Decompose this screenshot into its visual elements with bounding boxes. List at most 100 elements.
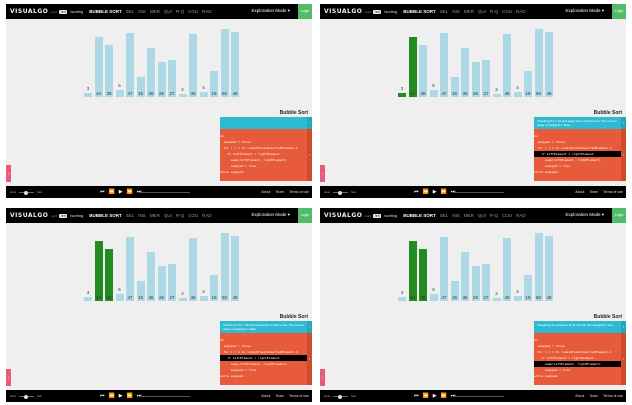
array-bar[interactable]: [503, 34, 511, 97]
brand-logo[interactable]: VISUALGO.net: [10, 8, 57, 15]
login-button[interactable]: Login: [298, 4, 312, 19]
array-bar[interactable]: [94, 37, 103, 97]
tab-rad[interactable]: RAD: [202, 9, 212, 14]
array-bar[interactable]: [461, 48, 469, 97]
mode-dropdown[interactable]: Exploration Mode ▾: [251, 8, 290, 14]
tab-bubble-sort[interactable]: BUBBLE SORT: [89, 9, 122, 14]
tab-cou[interactable]: COU: [502, 9, 512, 14]
array-bar[interactable]: [492, 298, 501, 301]
tab-r-q[interactable]: R-Q: [176, 9, 184, 14]
array-bar[interactable]: [513, 91, 522, 97]
go-to-beginning-icon[interactable]: ⏮: [414, 393, 419, 399]
code-toggle-button[interactable]: ›: [307, 129, 312, 181]
array-bar[interactable]: [231, 31, 239, 97]
array-bar[interactable]: [178, 94, 187, 97]
play-icon[interactable]: ▶: [119, 189, 123, 195]
array-bar[interactable]: [199, 91, 208, 97]
array-bar[interactable]: [408, 241, 417, 301]
mode-dropdown[interactable]: Exploration Mode ▾: [565, 8, 604, 14]
footer-link-about[interactable]: About: [261, 394, 270, 398]
play-icon[interactable]: ▶: [119, 393, 123, 399]
array-bar[interactable]: [115, 90, 124, 97]
brand-logo[interactable]: VISUALGO.net: [324, 212, 371, 219]
array-bar[interactable]: [84, 296, 92, 301]
code-toggle-button[interactable]: ›: [621, 129, 626, 181]
footer-link-terms-of-use[interactable]: Terms of use: [603, 394, 623, 398]
tab-ins[interactable]: INS: [138, 213, 146, 218]
tab-qui[interactable]: QUI: [478, 9, 486, 14]
array-bar[interactable]: [419, 45, 427, 97]
tab-qui[interactable]: QUI: [164, 9, 172, 14]
tab-r-q[interactable]: R-Q: [176, 213, 184, 218]
footer-link-team[interactable]: Team: [275, 394, 284, 398]
array-bar[interactable]: [126, 237, 134, 301]
side-menu-toggle[interactable]: ›: [6, 369, 11, 386]
array-bar[interactable]: [105, 45, 113, 97]
array-bar[interactable]: [534, 29, 543, 97]
array-bar[interactable]: [461, 252, 469, 301]
array-bar[interactable]: [94, 241, 103, 301]
language-selector[interactable]: /en: [373, 213, 382, 218]
brand-logo[interactable]: VISUALGO.net: [324, 8, 371, 15]
array-bar[interactable]: [408, 37, 417, 97]
tab-sel[interactable]: SEL: [440, 9, 449, 14]
tab-cou[interactable]: COU: [188, 9, 198, 14]
footer-link-team[interactable]: Team: [275, 190, 284, 194]
progress-track[interactable]: [454, 192, 504, 193]
status-toggle-button[interactable]: ›: [307, 321, 312, 333]
footer-link-terms-of-use[interactable]: Terms of use: [289, 394, 309, 398]
tab-sel[interactable]: SEL: [126, 213, 135, 218]
tab-bubble-sort[interactable]: BUBBLE SORT: [403, 9, 436, 14]
step-backward-icon[interactable]: ⏪: [109, 393, 115, 399]
step-forward-icon[interactable]: ⏩: [127, 393, 133, 399]
side-menu-toggle[interactable]: ›: [320, 165, 325, 182]
array-bar[interactable]: [189, 34, 197, 97]
footer-link-about[interactable]: About: [261, 190, 270, 194]
step-backward-icon[interactable]: ⏪: [423, 189, 429, 195]
status-toggle-button[interactable]: ›: [307, 117, 312, 129]
speed-slider-handle[interactable]: [24, 394, 28, 399]
array-bar[interactable]: [398, 92, 406, 97]
progress-track[interactable]: [140, 396, 190, 397]
array-bar[interactable]: [199, 295, 208, 301]
step-forward-icon[interactable]: ⏩: [441, 189, 447, 195]
array-bar[interactable]: [440, 33, 448, 97]
step-forward-icon[interactable]: ⏩: [127, 189, 133, 195]
progress-track[interactable]: [140, 192, 190, 193]
speed-slider-handle[interactable]: [338, 190, 342, 195]
speed-slider-handle[interactable]: [338, 394, 342, 399]
array-bar[interactable]: [178, 298, 187, 301]
array-bar[interactable]: [429, 90, 438, 97]
array-bar[interactable]: [513, 295, 522, 301]
step-backward-icon[interactable]: ⏪: [423, 393, 429, 399]
array-bar[interactable]: [231, 235, 239, 301]
array-bar[interactable]: [126, 33, 134, 97]
array-bar[interactable]: [220, 29, 229, 97]
tab-qui[interactable]: QUI: [164, 213, 172, 218]
tab-mer[interactable]: MER: [150, 213, 160, 218]
tab-cou[interactable]: COU: [502, 213, 512, 218]
tab-mer[interactable]: MER: [150, 9, 160, 14]
tab-sel[interactable]: SEL: [440, 213, 449, 218]
login-button[interactable]: Login: [298, 208, 312, 223]
footer-link-terms-of-use[interactable]: Terms of use: [289, 190, 309, 194]
array-bar[interactable]: [189, 238, 197, 301]
array-bar[interactable]: [105, 249, 113, 301]
code-toggle-button[interactable]: ›: [307, 333, 312, 385]
tab-r-q[interactable]: R-Q: [490, 9, 498, 14]
tab-r-q[interactable]: R-Q: [490, 213, 498, 218]
speed-slider-handle[interactable]: [24, 190, 28, 195]
array-bar[interactable]: [398, 296, 406, 301]
side-menu-toggle[interactable]: ›: [320, 369, 325, 386]
tab-cou[interactable]: COU: [188, 213, 198, 218]
array-bar[interactable]: [503, 238, 511, 301]
play-icon[interactable]: ▶: [433, 189, 437, 195]
tab-ins[interactable]: INS: [138, 9, 146, 14]
footer-link-terms-of-use[interactable]: Terms of use: [603, 190, 623, 194]
go-to-beginning-icon[interactable]: ⏮: [100, 393, 105, 399]
footer-link-about[interactable]: About: [575, 190, 584, 194]
tab-ins[interactable]: INS: [452, 9, 460, 14]
status-toggle-button[interactable]: ›: [621, 117, 626, 129]
language-selector[interactable]: /en: [59, 9, 68, 14]
tab-bubble-sort[interactable]: BUBBLE SORT: [89, 213, 122, 218]
